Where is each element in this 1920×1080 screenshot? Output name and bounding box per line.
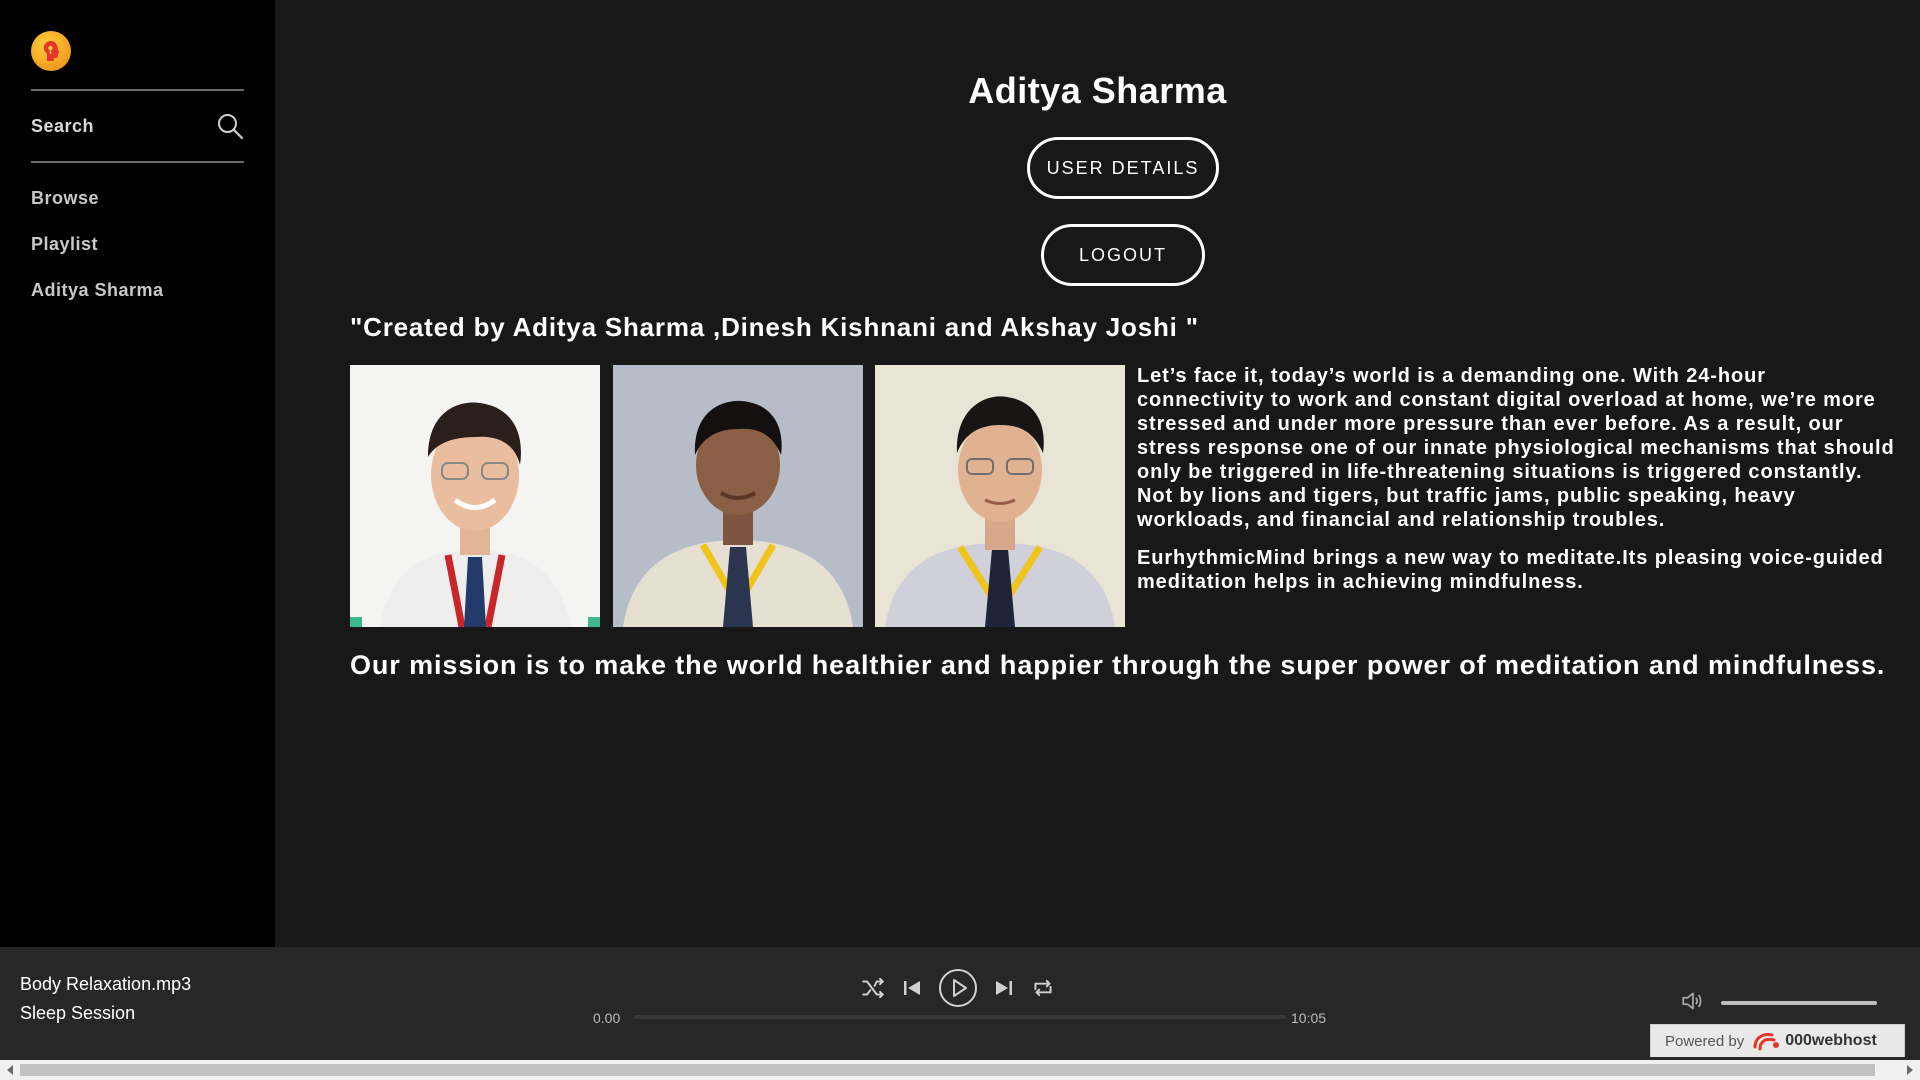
volume-slider[interactable]: [1721, 1001, 1877, 1005]
sidebar-nav: Browse Playlist Aditya Sharma: [31, 184, 164, 322]
volume-icon[interactable]: [1680, 988, 1706, 1019]
scroll-left-arrow-icon[interactable]: [3, 1064, 17, 1076]
progress-bar[interactable]: [634, 1015, 1286, 1019]
hosting-logo-icon: [1753, 1033, 1780, 1051]
search-label[interactable]: Search: [31, 116, 94, 137]
team-photo-2: [613, 365, 863, 627]
scrollbar-thumb[interactable]: [20, 1064, 1875, 1076]
powered-by-brand: 000webhost: [1752, 1031, 1877, 1051]
team-photo-1: [350, 365, 600, 627]
mission-statement: Our mission is to make the world healthi…: [350, 650, 1886, 680]
powered-by-label: Powered by: [1665, 1032, 1745, 1050]
sidebar-item-browse[interactable]: Browse: [31, 184, 164, 230]
search-icon[interactable]: [216, 112, 244, 140]
about-paragraph-2: EurhythmicMind brings a new way to medit…: [1137, 547, 1884, 593]
repeat-icon[interactable]: [1030, 975, 1056, 1001]
team-photo-3: [875, 365, 1125, 627]
horizontal-scrollbar[interactable]: [0, 1060, 1920, 1080]
track-title: Body Relaxation.mp3: [20, 974, 192, 994]
logout-button[interactable]: LOGOUT: [1041, 224, 1205, 286]
sidebar-item-playlist[interactable]: Playlist: [31, 230, 164, 276]
sidebar-item-profile[interactable]: Aditya Sharma: [31, 276, 164, 322]
about-text: Let’s face it, today’s world is a demand…: [1137, 364, 1897, 594]
meditation-head-icon: [43, 41, 60, 61]
sidebar-divider-bottom: [31, 161, 244, 163]
player-controls: [860, 968, 1056, 1008]
main-content: Aditya Sharma USER DETAILS LOGOUT "Creat…: [275, 0, 1920, 947]
shuffle-icon[interactable]: [860, 975, 886, 1001]
user-details-button[interactable]: USER DETAILS: [1027, 137, 1219, 199]
app-logo[interactable]: [31, 31, 71, 71]
audio-player: Body Relaxation.mp3 Sleep Session 0.00 1…: [0, 947, 1920, 1060]
app-root: Search Browse Playlist Aditya Sharma Adi…: [0, 0, 1920, 1080]
volume-fill: [1721, 1001, 1877, 1005]
credits-heading: "Created by Aditya Sharma ,Dinesh Kishna…: [350, 312, 1199, 342]
sidebar-divider-top: [31, 89, 244, 91]
search-row[interactable]: Search: [31, 110, 244, 142]
track-subtitle: Sleep Session: [20, 1003, 136, 1023]
sidebar: Search Browse Playlist Aditya Sharma: [0, 0, 275, 947]
powered-by-badge[interactable]: Powered by 000webhost: [1650, 1024, 1905, 1057]
page-title: Aditya Sharma: [968, 70, 1227, 111]
play-icon[interactable]: [938, 968, 978, 1008]
next-icon[interactable]: [992, 976, 1016, 1000]
previous-icon[interactable]: [900, 976, 924, 1000]
scroll-right-arrow-icon[interactable]: [1903, 1064, 1917, 1076]
powered-by-brand-text: 000webhost: [1785, 1032, 1877, 1049]
about-paragraph-1: Let’s face it, today’s world is a demand…: [1137, 365, 1895, 531]
time-total: 10:05: [1291, 1010, 1327, 1026]
time-current: 0.00: [593, 1010, 621, 1026]
